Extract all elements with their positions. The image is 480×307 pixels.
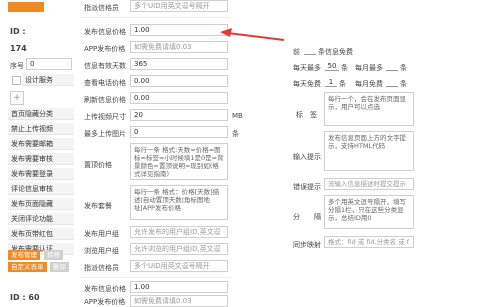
browse-group-input[interactable]: 允许浏览的用户组ID,英文逗 xyxy=(130,243,228,255)
sidebar-item-hide-publish[interactable]: 发布页面隐藏 xyxy=(8,198,74,210)
app-price-input[interactable]: 如需免费请填0.03 xyxy=(130,41,228,53)
tags-label: 标 签 xyxy=(296,111,317,119)
daily-max-label: 每天最多 xyxy=(293,64,321,72)
daily-free-input[interactable]: 1 xyxy=(325,78,337,87)
sidebar-item-no-video[interactable]: 禁止上传视频 xyxy=(8,123,74,135)
split-label: 分 隔 xyxy=(293,213,321,221)
max-images-label: 最多上传图片 xyxy=(84,130,126,138)
phone-price-input[interactable]: 0.00 xyxy=(130,75,228,87)
monthly-max-unit: 条 xyxy=(400,64,407,72)
browse-group-label: 浏览用户组 xyxy=(84,247,119,255)
sidebar-item-comment-review[interactable]: 评论信息审核 xyxy=(8,183,74,195)
sync-label: 同步映射 xyxy=(293,241,321,249)
free-count-suffix: 条信息免费 xyxy=(318,48,353,56)
daily-max-input[interactable]: 50 xyxy=(325,62,339,71)
sidebar-item-require-email[interactable]: 发布需要邮箱 xyxy=(8,138,74,150)
top-price-label: 置顶价格 xyxy=(84,161,112,169)
settings-checkbox[interactable] xyxy=(12,76,21,85)
publish-price-label: 发布信息价格 xyxy=(84,28,126,36)
sidebar-item-require-login[interactable]: 发布需要登录 xyxy=(8,168,74,180)
settings-item[interactable]: 设计服务 xyxy=(22,74,74,86)
valid-days-input[interactable]: 365 xyxy=(130,58,228,70)
sidebar-item-require-review[interactable]: 发布需要审核 xyxy=(8,153,74,165)
daily-free-unit: 条 xyxy=(339,80,346,88)
monthly-max-input[interactable] xyxy=(386,62,398,71)
id-value: 174 xyxy=(10,44,27,53)
monthly-free-unit: 条 xyxy=(400,80,407,88)
video-size-label: 上传视频尺寸 xyxy=(84,113,126,121)
refresh-price-label: 刷新信息价格 xyxy=(84,96,126,104)
sidebar-item-red-packet[interactable]: 发布页带红包 xyxy=(8,228,74,240)
bottom-app-price-label: APP发布价格 xyxy=(84,298,126,306)
sync-input[interactable]: 格式：fid 或 fid,分类名 或 f xyxy=(324,236,414,248)
seq-label: 序号 xyxy=(10,62,24,70)
customize-form-button[interactable]: 自定义表单 xyxy=(8,262,47,272)
manage-button[interactable]: 发布管理 xyxy=(8,250,40,260)
video-size-unit: MB xyxy=(232,112,243,120)
id-label: ID : xyxy=(10,27,26,36)
input-tip-textarea[interactable]: 发布信息页面上方的文字提示，支持HTML代码 xyxy=(324,131,414,171)
bottom-id-label: ID : 60 xyxy=(10,293,40,302)
red-arrow-icon xyxy=(220,28,285,41)
bottom-publish-price-input[interactable]: 1.00 xyxy=(130,281,228,293)
max-images-input[interactable]: 0 xyxy=(130,126,228,138)
assign-input[interactable]: 多个UID用英文逗号隔开 xyxy=(130,260,228,272)
package-label: 发布套餐 xyxy=(84,202,112,210)
sidebar-item-close-comment[interactable]: 关闭评论功能 xyxy=(8,213,74,225)
valid-days-label: 信息有效天数 xyxy=(84,62,126,70)
publish-group-input[interactable]: 允许发布的用户组ID,英文逗 xyxy=(130,226,228,238)
phone-price-label: 查看电话价格 xyxy=(84,79,126,87)
error-tip-input[interactable]: 没输入信息描述时提交提示 xyxy=(324,178,414,190)
free-count-prefix: 前 xyxy=(293,48,300,56)
daily-free-label: 每天免费 xyxy=(293,80,321,88)
max-images-unit: 条 xyxy=(232,130,239,138)
error-tip-label: 错误提示 xyxy=(293,183,321,191)
form-top-label: 指派信格员 xyxy=(84,4,119,12)
refresh-price-input[interactable]: 0.00 xyxy=(130,92,228,104)
divider xyxy=(80,17,230,18)
form-top-input[interactable]: 多个UID用英文逗号隔开 xyxy=(130,0,228,12)
assign-label: 指派信格员 xyxy=(84,264,119,272)
publish-group-label: 发布用户组 xyxy=(84,230,119,238)
split-textarea[interactable]: 多个用英文逗号隔开，填写分隔1栏，只在这些分类显示，总结ID用0 xyxy=(324,195,414,229)
top-price-textarea[interactable]: 每行一条 格式:天数=价格=图标=标签=小时候填1是0是=背景颜色=置顶说明=现… xyxy=(130,143,228,180)
monthly-free-input[interactable] xyxy=(386,78,398,87)
video-size-input[interactable]: 20 xyxy=(130,109,228,121)
app-price-label: APP发布价格 xyxy=(84,45,126,53)
free-count-input[interactable] xyxy=(304,46,316,55)
delete-button[interactable]: 删除 xyxy=(50,262,69,272)
divider xyxy=(80,277,230,278)
bottom-app-price-input[interactable]: 如需免费请填0.03 xyxy=(130,295,228,307)
move-button[interactable]: 转移 xyxy=(44,250,63,260)
package-textarea[interactable]: 每行一条 格式：价格[天数]描述|自动置顶天数|角标图地址|APP发布价格 xyxy=(130,185,228,220)
bottom-publish-price-label: 发布信息价格 xyxy=(84,285,126,293)
publish-price-input[interactable]: 1.00 xyxy=(130,24,228,36)
sidebar-item-hide-category[interactable]: 首页隐藏分类 xyxy=(8,108,74,120)
tags-textarea[interactable]: 每行一个，会在发布页面显示，用户可以点选 xyxy=(324,92,414,126)
sidebar: ID : 174 序号 0 设计服务 + 首页隐藏分类 禁止上传视频 发布需要邮… xyxy=(0,0,78,302)
monthly-free-label: 每月免费 xyxy=(355,80,383,88)
daily-max-unit: 条 xyxy=(341,64,348,72)
seq-input[interactable]: 0 xyxy=(26,58,72,70)
top-orange-button[interactable] xyxy=(8,2,44,12)
add-icon[interactable]: + xyxy=(10,91,24,105)
monthly-max-label: 每月最多 xyxy=(355,64,383,72)
input-tip-label: 输入提示 xyxy=(293,153,321,161)
